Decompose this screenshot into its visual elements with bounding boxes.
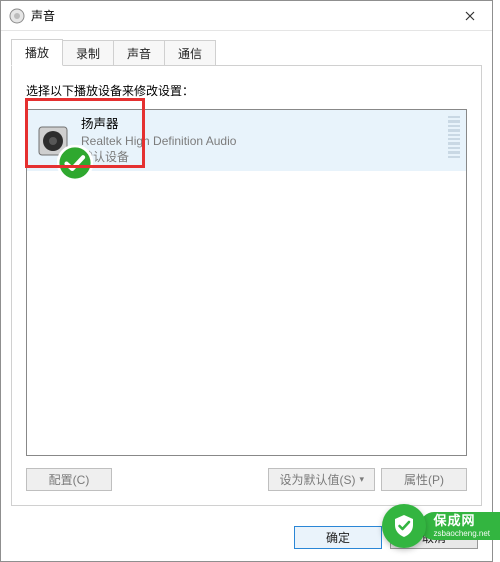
device-list[interactable]: 扬声器 Realtek High Definition Audio 默认设备 <box>26 109 467 456</box>
tabstrip: 播放 录制 声音 通信 <box>11 39 482 65</box>
properties-button[interactable]: 属性(P) <box>381 468 467 491</box>
watermark-logo-icon <box>382 504 426 548</box>
tab-sounds[interactable]: 声音 <box>113 40 165 66</box>
device-name: 扬声器 <box>81 116 458 133</box>
close-button[interactable] <box>448 1 492 30</box>
device-driver: Realtek High Definition Audio <box>81 133 458 149</box>
tab-playback[interactable]: 播放 <box>11 39 63 66</box>
default-check-icon <box>57 145 74 162</box>
watermark-text-zh: 保成网 <box>434 514 491 529</box>
configure-button[interactable]: 配置(C) <box>26 468 112 491</box>
level-meter <box>448 116 460 158</box>
titlebar: 声音 <box>1 1 492 31</box>
instruction-text: 选择以下播放设备来修改设置： <box>26 82 467 99</box>
set-default-button[interactable]: 设为默认值(S) <box>268 468 375 491</box>
tab-communications[interactable]: 通信 <box>164 40 216 66</box>
window-title: 声音 <box>31 7 448 24</box>
device-status: 默认设备 <box>81 149 458 165</box>
tab-content-playback: 选择以下播放设备来修改设置： <box>11 65 482 506</box>
watermark-text-en: zsbaocheng.net <box>434 529 491 538</box>
sound-app-icon <box>9 8 25 24</box>
ok-button[interactable]: 确定 <box>294 526 382 549</box>
device-row-speakers[interactable]: 扬声器 Realtek High Definition Audio 默认设备 <box>27 110 466 171</box>
watermark: 保成网 zsbaocheng.net <box>382 504 500 548</box>
speaker-icon <box>35 123 71 159</box>
tab-recording[interactable]: 录制 <box>62 40 114 66</box>
